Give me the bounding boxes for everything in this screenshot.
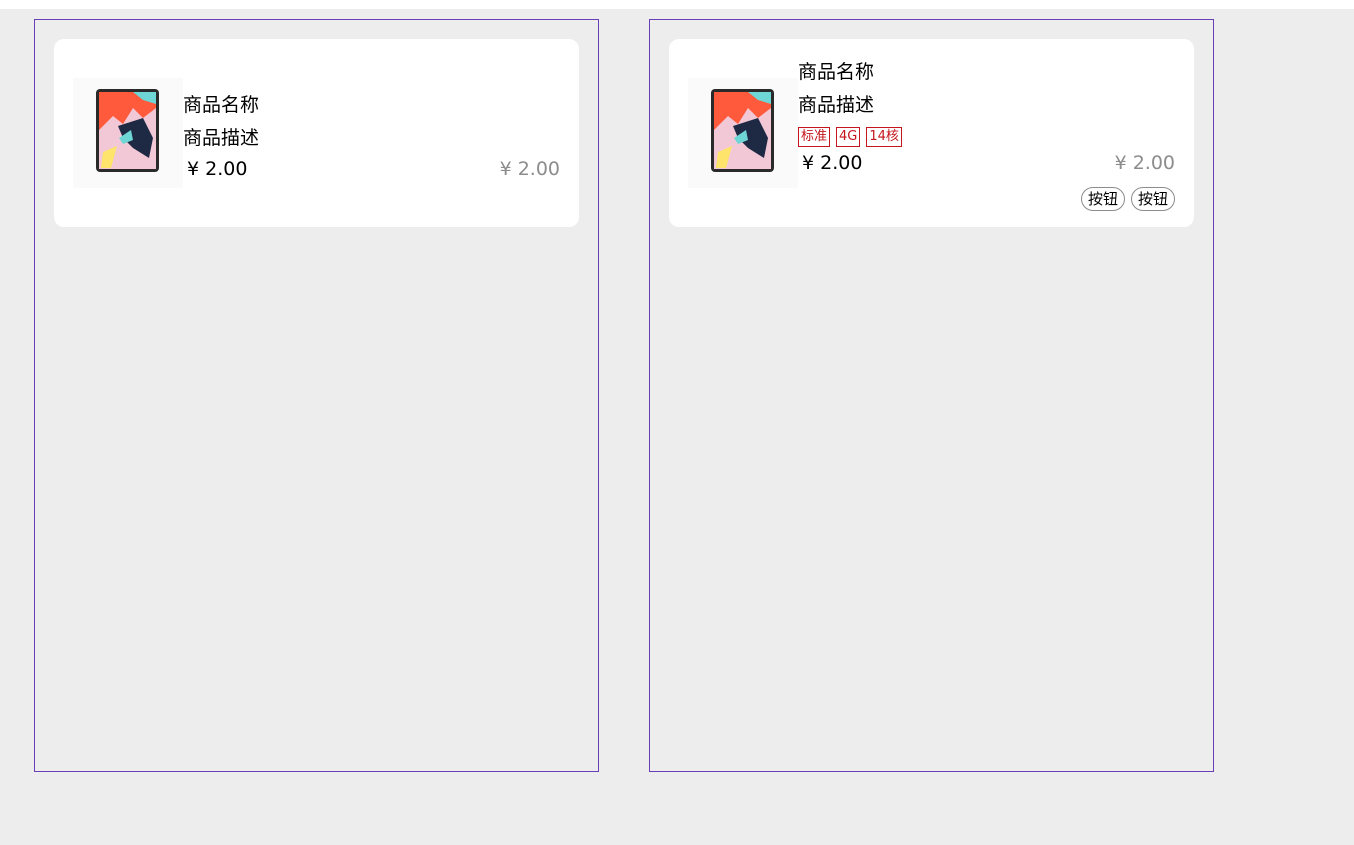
product-image <box>73 78 183 188</box>
product-price: ¥ 2.00 <box>802 152 863 174</box>
action-button[interactable]: 按钮 <box>1080 187 1125 211</box>
tablet-icon <box>711 89 774 172</box>
card-actions: 按钮 按钮 <box>1080 187 1175 211</box>
product-image <box>688 78 798 188</box>
product-card[interactable]: 商品名称 商品描述 ¥ 2.00 ¥ 2.00 <box>54 39 579 227</box>
tablet-icon <box>96 89 159 172</box>
tag-badge: 标准 <box>798 127 831 147</box>
action-button[interactable]: 按钮 <box>1130 187 1175 211</box>
product-description: 商品描述 <box>798 94 875 116</box>
product-card[interactable]: 商品名称 商品描述 标准 4G 14核 ¥ 2.00 ¥ 2.00 按钮 按钮 <box>669 39 1194 227</box>
top-strip <box>0 0 1354 9</box>
tag-badge: 14核 <box>866 127 902 147</box>
product-name: 商品名称 <box>798 61 875 83</box>
product-tags: 标准 4G 14核 <box>798 127 902 147</box>
tag-badge: 4G <box>836 127 861 147</box>
product-original-price: ¥ 2.00 <box>1114 152 1175 174</box>
product-description: 商品描述 <box>183 127 260 149</box>
preview-frame-right: 商品名称 商品描述 标准 4G 14核 ¥ 2.00 ¥ 2.00 按钮 按钮 <box>649 19 1214 772</box>
product-price: ¥ 2.00 <box>187 158 248 180</box>
product-original-price: ¥ 2.00 <box>499 158 560 180</box>
preview-frame-left: 商品名称 商品描述 ¥ 2.00 ¥ 2.00 <box>34 19 599 772</box>
product-name: 商品名称 <box>183 94 260 116</box>
